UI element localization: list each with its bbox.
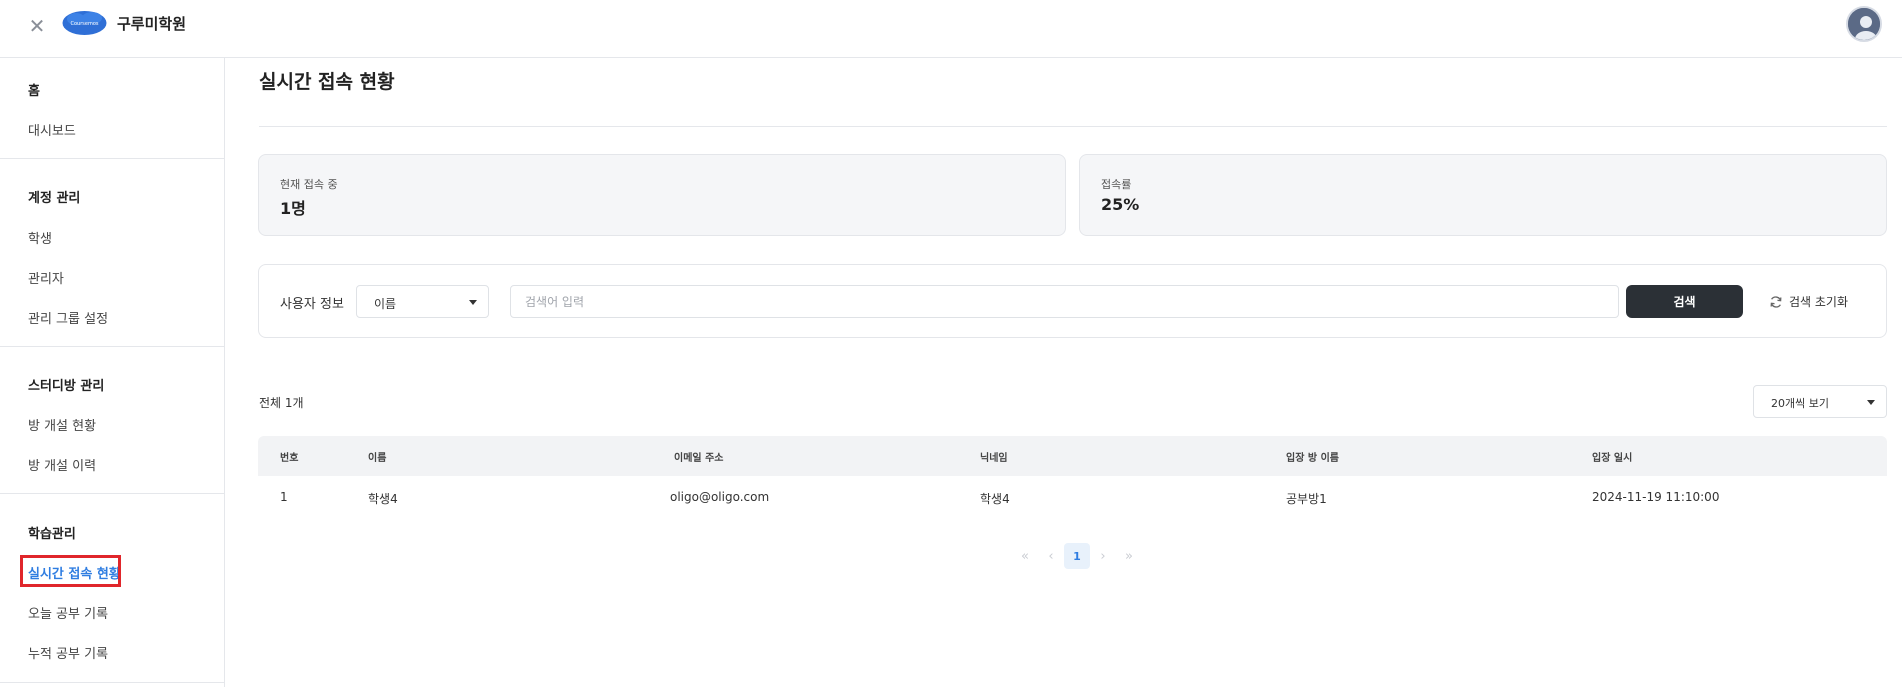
sidebar-item-room-status[interactable]: 방 개설 현황 <box>28 415 96 434</box>
page-number-button[interactable]: 1 <box>1064 543 1090 569</box>
column-header: 이메일 주소 <box>674 453 724 464</box>
cell-name: 학생4 <box>368 492 398 506</box>
column-header: 번호 <box>280 453 299 464</box>
sidebar-item-room-history[interactable]: 방 개설 이력 <box>28 455 96 474</box>
sidebar-group-study-rooms: 스터디방 관리 <box>28 379 105 394</box>
org-name: 구루미학원 <box>117 15 187 33</box>
select-value: 이름 <box>374 297 397 311</box>
chevron-down-icon <box>469 300 477 305</box>
stat-card-current: 현재 접속 중 1명 <box>258 154 1066 236</box>
pagination: « ‹ 1 › » <box>1012 543 1142 569</box>
sidebar-divider <box>0 493 225 494</box>
chevron-down-icon <box>1867 400 1875 405</box>
sidebar-divider <box>0 158 225 159</box>
sidebar-item-dashboard[interactable]: 대시보드 <box>28 120 76 139</box>
stat-card-rate: 접속률 25% <box>1079 154 1887 236</box>
column-header: 이름 <box>368 453 387 464</box>
stat-label: 접속률 <box>1101 178 1132 191</box>
search-button[interactable]: 검색 <box>1626 285 1743 318</box>
close-icon[interactable]: ✕ <box>27 16 47 36</box>
reset-search-button[interactable]: 검색 초기화 <box>1769 293 1848 310</box>
stat-value: 25% <box>1101 195 1140 214</box>
cell-room-name: 공부방1 <box>1286 492 1327 506</box>
refresh-icon <box>1770 295 1782 308</box>
search-field-select[interactable]: 이름 <box>356 285 489 318</box>
sidebar-item-admins[interactable]: 관리자 <box>28 268 64 287</box>
sidebar-group-learning: 학습관리 <box>28 527 76 542</box>
table-header: 번호 이름 이메일 주소 닉네임 입장 방 이름 입장 일시 <box>258 436 1887 476</box>
top-bar: ✕ Coursemos 구루미학원 <box>0 0 1902 58</box>
column-header: 입장 일시 <box>1592 453 1633 464</box>
table-row[interactable]: 1 학생4 oligo@oligo.com 학생4 공부방1 2024-11-1… <box>258 478 1887 518</box>
stat-value: 1명 <box>280 199 306 218</box>
search-input[interactable] <box>510 285 1619 318</box>
column-header: 입장 방 이름 <box>1286 453 1339 464</box>
sidebar-item-students[interactable]: 학생 <box>28 228 52 247</box>
sidebar-divider <box>0 346 225 347</box>
stat-label: 현재 접속 중 <box>280 178 338 191</box>
sidebar: 홈 대시보드 계정 관리 학생 관리자 관리 그룹 설정 스터디방 관리 방 개… <box>0 58 225 687</box>
sidebar-item-total-record[interactable]: 누적 공부 기록 <box>28 643 108 662</box>
reset-label: 검색 초기화 <box>1789 295 1849 309</box>
page-size-select[interactable]: 20개씩 보기 <box>1753 385 1887 418</box>
avatar-icon <box>1848 8 1880 40</box>
sidebar-item-admin-groups[interactable]: 관리 그룹 설정 <box>28 308 108 327</box>
logo-text: Coursemos <box>71 21 99 27</box>
last-page-icon[interactable]: » <box>1116 543 1142 569</box>
total-count: 전체 1개 <box>259 396 304 410</box>
first-page-icon[interactable]: « <box>1012 543 1038 569</box>
brand-logo: Coursemos <box>62 11 107 35</box>
title-divider <box>259 126 1887 127</box>
active-item-highlight <box>20 555 121 587</box>
next-page-icon[interactable]: › <box>1090 543 1116 569</box>
cell-nickname: 학생4 <box>980 492 1010 506</box>
search-filter-panel: 사용자 정보 이름 검색 검색 초기화 <box>258 264 1887 338</box>
cell-number: 1 <box>280 490 288 504</box>
sidebar-group-accounts: 계정 관리 <box>28 191 81 206</box>
column-header: 닉네임 <box>980 453 1008 464</box>
page-title: 실시간 접속 현황 <box>259 71 395 93</box>
sidebar-divider <box>0 682 225 683</box>
user-avatar[interactable] <box>1846 6 1882 42</box>
prev-page-icon[interactable]: ‹ <box>1038 543 1064 569</box>
filter-label: 사용자 정보 <box>280 297 344 312</box>
cell-email: oligo@oligo.com <box>670 490 770 504</box>
sidebar-item-today-record[interactable]: 오늘 공부 기록 <box>28 603 108 622</box>
sidebar-group-home: 홈 <box>28 84 40 99</box>
page-size-value: 20개씩 보기 <box>1771 397 1829 410</box>
cell-entered-at: 2024-11-19 11:10:00 <box>1592 490 1720 504</box>
